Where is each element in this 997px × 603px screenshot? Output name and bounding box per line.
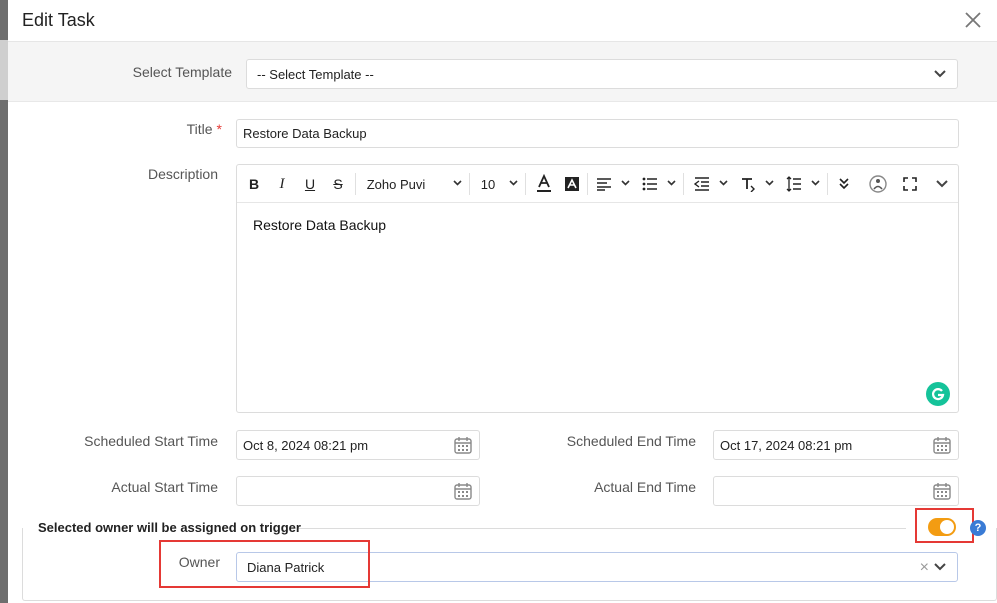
actual-end-input[interactable]	[713, 476, 959, 506]
bold-button[interactable]: B	[243, 174, 265, 194]
scheduled-start-input[interactable]: Oct 8, 2024 08:21 pm	[236, 430, 480, 460]
background-color-icon[interactable]	[561, 174, 583, 194]
text-direction-icon[interactable]	[737, 174, 759, 194]
calendar-icon[interactable]	[453, 435, 473, 455]
help-icon[interactable]: ?	[970, 520, 986, 536]
chevron-down-icon	[765, 180, 774, 186]
description-label: Description	[147, 166, 218, 182]
clear-icon[interactable]: ×	[920, 559, 929, 577]
align-icon[interactable]	[593, 174, 615, 194]
title-input[interactable]: Restore Data Backup	[236, 119, 959, 148]
chevron-down-icon	[621, 180, 630, 186]
italic-button[interactable]: I	[271, 174, 293, 194]
template-row: Select Template -- Select Template --	[8, 42, 997, 102]
toolbar-divider	[587, 173, 588, 195]
font-family-select[interactable]: Zoho Puvi	[363, 174, 429, 194]
toolbar-divider	[355, 173, 356, 195]
toggle-highlight-box	[915, 508, 974, 543]
chevron-down-icon	[934, 70, 946, 78]
fullscreen-icon[interactable]	[899, 174, 921, 194]
editor-content[interactable]: Restore Data Backup	[253, 217, 386, 233]
actual-start-input[interactable]	[236, 476, 480, 506]
template-select-value: -- Select Template --	[257, 66, 374, 82]
grammarly-icon[interactable]	[926, 382, 950, 406]
actual-end-label: Actual End Time	[594, 479, 696, 495]
line-height-icon[interactable]	[783, 174, 805, 194]
scheduled-end-value: Oct 17, 2024 08:21 pm	[720, 437, 853, 453]
title-label-text: Title	[186, 121, 213, 137]
title-input-value: Restore Data Backup	[243, 126, 367, 141]
bullet-list-icon[interactable]	[639, 174, 661, 194]
scheduled-start-label: Scheduled Start Time	[84, 433, 218, 449]
chevron-down-icon	[811, 180, 820, 186]
toolbar-divider	[469, 173, 470, 195]
scheduled-start-value: Oct 8, 2024 08:21 pm	[243, 437, 369, 453]
title-label: Title *	[158, 121, 222, 137]
actual-start-label: Actual Start Time	[111, 479, 218, 495]
scheduled-end-input[interactable]: Oct 17, 2024 08:21 pm	[713, 430, 959, 460]
chevron-down-icon[interactable]	[933, 562, 947, 572]
chevron-down-icon	[509, 180, 518, 186]
section-divider	[298, 528, 906, 529]
template-label: Select Template	[132, 64, 232, 80]
template-select[interactable]: -- Select Template --	[246, 59, 958, 89]
toolbar-divider	[683, 173, 684, 195]
background-strip	[0, 40, 8, 100]
accessibility-icon[interactable]	[867, 174, 889, 194]
calendar-icon[interactable]	[932, 481, 952, 501]
more-options-icon[interactable]	[835, 174, 853, 194]
toolbar-collapse-icon[interactable]	[931, 174, 953, 194]
chevron-down-icon	[453, 180, 462, 186]
calendar-icon[interactable]	[932, 435, 952, 455]
required-mark: *	[216, 121, 222, 137]
toolbar-divider	[827, 173, 828, 195]
strikethrough-button[interactable]: S	[327, 174, 349, 194]
calendar-icon[interactable]	[453, 481, 473, 501]
font-size-select[interactable]: 10	[477, 174, 499, 194]
indent-icon[interactable]	[691, 174, 713, 194]
scheduled-end-label: Scheduled End Time	[566, 433, 696, 449]
chevron-down-icon	[719, 180, 728, 186]
edit-task-dialog: Edit Task Select Template -- Select Temp…	[8, 0, 997, 603]
underline-button[interactable]: U	[299, 174, 321, 194]
close-icon[interactable]	[961, 8, 985, 32]
chevron-down-icon	[667, 180, 676, 186]
owner-highlight-box	[159, 540, 370, 588]
owner-section-title: Selected owner will be assigned on trigg…	[38, 520, 301, 535]
description-editor[interactable]: B I U S Zoho Puvi 10 Restore Data Backup	[236, 164, 959, 413]
dialog-header: Edit Task	[8, 0, 997, 42]
dialog-title: Edit Task	[22, 10, 95, 30]
toolbar-divider	[525, 173, 526, 195]
font-color-icon[interactable]	[533, 174, 555, 194]
background-window-edge	[0, 0, 8, 603]
editor-toolbar: B I U S Zoho Puvi 10	[237, 165, 958, 203]
